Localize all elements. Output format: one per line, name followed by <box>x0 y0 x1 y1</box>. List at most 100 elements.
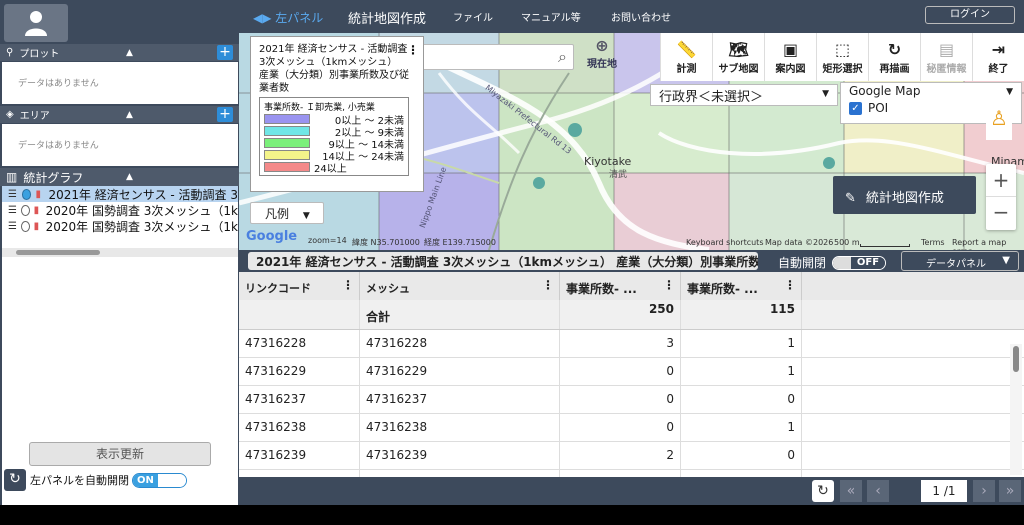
ruler-icon: 📏 <box>676 39 697 59</box>
list-menu-icon[interactable]: ☰ <box>8 221 17 232</box>
table-cell: 47316247 <box>360 470 560 477</box>
redraw-button[interactable]: ↻ 再描画 <box>868 33 920 81</box>
data-panel-auto-toggle[interactable]: OFF <box>832 255 887 270</box>
caret-up-icon[interactable]: ▲ <box>126 48 133 58</box>
keyboard-shortcuts-link[interactable]: Keyboard shortcuts <box>686 238 763 247</box>
make-stat-map-button[interactable]: ✎ 統計地図作成 <box>833 176 976 214</box>
secret-label: 秘匿情報 <box>926 63 967 75</box>
plot-section-header[interactable]: ⚲ プロット ▲ + <box>0 44 239 61</box>
graph-radio[interactable] <box>20 204 30 216</box>
scrollbar-thumb[interactable] <box>1013 346 1019 372</box>
col-header-label: メッシュ <box>366 282 410 295</box>
col-header-count-2[interactable]: 事業所数- ... ⋮ <box>681 272 802 300</box>
graph-header-label: 統計グラフ <box>23 170 84 185</box>
add-area-button[interactable]: + <box>217 107 233 122</box>
graph-radio[interactable] <box>20 220 30 232</box>
streetview-pegman-icon[interactable]: ♙ <box>986 106 1012 140</box>
zoom-in-button[interactable]: + <box>986 164 1016 197</box>
graph-item[interactable]: ☰ ▮ 2020年 国勢調査 3次メッシュ（1k <box>2 218 238 234</box>
left-panel-toggle[interactable]: ◀▶ 左パネル <box>253 9 323 26</box>
table-row[interactable]: 47316238 47316238 0 1 <box>239 414 1024 442</box>
terms-link[interactable]: Terms <box>921 238 945 247</box>
scrollbar-thumb[interactable] <box>16 250 100 255</box>
map-search-input[interactable]: ⌕ <box>422 44 574 70</box>
sum-label: 合計 <box>360 300 560 329</box>
legend-toggle-button[interactable]: 凡例 ▼ <box>250 202 324 224</box>
sum-value: 250 <box>560 300 681 329</box>
grid-vertical-scrollbar[interactable] <box>1010 344 1022 475</box>
list-menu-icon[interactable]: ☰ <box>8 189 18 200</box>
graph-list-scrollbar[interactable] <box>2 248 238 257</box>
legend-table: 事業所数- Ｉ卸売業, 小売業 0以上 ～ 2未満 2以上 ～ 9未満 9以上 … <box>259 97 409 176</box>
login-button[interactable]: ログイン <box>925 6 1015 24</box>
graph-bar-icon: ▮ <box>33 220 40 232</box>
table-row[interactable]: 47316237 47316237 0 0 <box>239 386 1024 414</box>
reload-icon[interactable]: ↻ <box>812 480 834 502</box>
refresh-icon: ↻ <box>887 39 902 59</box>
pin-icon: ⚲ <box>6 47 14 58</box>
table-row[interactable]: 473162474731624700 <box>239 470 1024 477</box>
more-vert-icon[interactable]: ⋮ <box>663 278 675 292</box>
legend-swatch <box>264 138 310 148</box>
secret-info-button[interactable]: ▤ 秘匿情報 <box>920 33 972 81</box>
menu-manual[interactable]: マニュアル等 <box>521 9 581 24</box>
legend-title: 2021年 経済センサス - 活動調査 3次メッシュ（1kmメッシュ） 産業（大… <box>259 44 409 94</box>
add-plot-button[interactable]: + <box>217 45 233 60</box>
exit-button[interactable]: ⇥ 終了 <box>972 33 1024 81</box>
caret-down-icon: ▼ <box>1002 255 1010 266</box>
toggle-label: ON <box>133 473 158 487</box>
more-vert-icon[interactable]: ⋮ <box>342 278 354 292</box>
data-panel-button[interactable]: データパネル ▼ <box>901 251 1019 271</box>
table-row[interactable]: 47316239 47316239 2 0 <box>239 442 1024 470</box>
refresh-button[interactable]: 表示更新 <box>29 442 211 466</box>
user-avatar[interactable] <box>4 4 68 42</box>
checkbox-checked-icon[interactable]: ✓ <box>849 101 862 115</box>
search-icon[interactable]: ⌕ <box>558 47 567 67</box>
current-location-button[interactable]: ⊕ 現在地 <box>578 36 626 76</box>
rect-select-button[interactable]: ⬚ 矩形選択 <box>816 33 868 81</box>
area-section-header[interactable]: ◈ エリア ▲ + <box>0 106 239 123</box>
caret-up-icon[interactable]: ▲ <box>126 110 133 120</box>
more-vert-icon[interactable]: ⋮ <box>784 278 796 292</box>
next-page-button[interactable]: › <box>973 480 995 502</box>
admin-boundary-select[interactable]: 行政界＜未選択＞ ▼ <box>650 84 838 106</box>
more-vert-icon[interactable]: ⋮ <box>407 43 419 57</box>
col-header-empty <box>802 272 1024 300</box>
sum-cell <box>239 300 360 329</box>
table-row[interactable]: 47316229 47316229 0 1 <box>239 358 1024 386</box>
graph-section-header[interactable]: ▥ 統計グラフ ▲ <box>0 168 239 186</box>
caret-up-icon[interactable]: ▲ <box>126 172 133 182</box>
map-toolbar: 📏 計測 🗺 サブ地図 ▣ 案内図 ⬚ 矩形選択 ↻ 再描画 ▤ 秘匿情報 ⇥ 終了 <box>660 33 1024 81</box>
left-auto-open-row: ↻ 左パネルを自動開閉 ON <box>4 469 236 491</box>
more-vert-icon[interactable]: ⋮ <box>542 278 554 292</box>
graph-item[interactable]: ☰ ▮ 2021年 経済センサス - 活動調査 3 <box>2 186 238 202</box>
first-page-button[interactable]: « <box>840 480 862 502</box>
menu-file[interactable]: ファイル <box>453 9 493 24</box>
summary-row: 合計 250 115 <box>239 300 1024 330</box>
table-cell: 47316228 <box>239 330 360 357</box>
graph-item[interactable]: ☰ ▮ 2020年 国勢調査 3次メッシュ（1k <box>2 202 238 218</box>
menu-contact[interactable]: お問い合わせ <box>611 9 671 24</box>
bottom-strip <box>0 505 1024 525</box>
submap-button[interactable]: 🗺 サブ地図 <box>712 33 764 81</box>
last-page-button[interactable]: » <box>999 480 1021 502</box>
exit-label: 終了 <box>988 63 1009 75</box>
col-header-count-1[interactable]: 事業所数- ... ⋮ <box>560 272 681 300</box>
table-cell: 3 <box>560 330 681 357</box>
auto-open-toggle[interactable]: ON <box>132 472 187 488</box>
guide-map-button[interactable]: ▣ 案内図 <box>764 33 816 81</box>
measure-button[interactable]: 📏 計測 <box>660 33 712 81</box>
table-cell: 47316238 <box>239 414 360 441</box>
col-header-link-code[interactable]: リンクコード ⋮ <box>239 272 360 300</box>
list-menu-icon[interactable]: ☰ <box>8 205 17 216</box>
table-row[interactable]: 47316228 47316228 3 1 <box>239 330 1024 358</box>
prev-page-button[interactable]: ‹ <box>867 480 889 502</box>
zoom-out-button[interactable]: − <box>986 197 1016 230</box>
col-header-mesh[interactable]: メッシュ ⋮ <box>360 272 560 300</box>
graph-radio[interactable] <box>21 188 32 200</box>
map-type-select[interactable]: Google Map ▼ <box>849 84 1013 98</box>
sync-icon[interactable]: ↻ <box>4 469 26 491</box>
page-input[interactable]: 1 /1 <box>921 480 967 502</box>
table-icon: ▤ <box>938 39 955 59</box>
legend-swatch <box>264 162 310 172</box>
